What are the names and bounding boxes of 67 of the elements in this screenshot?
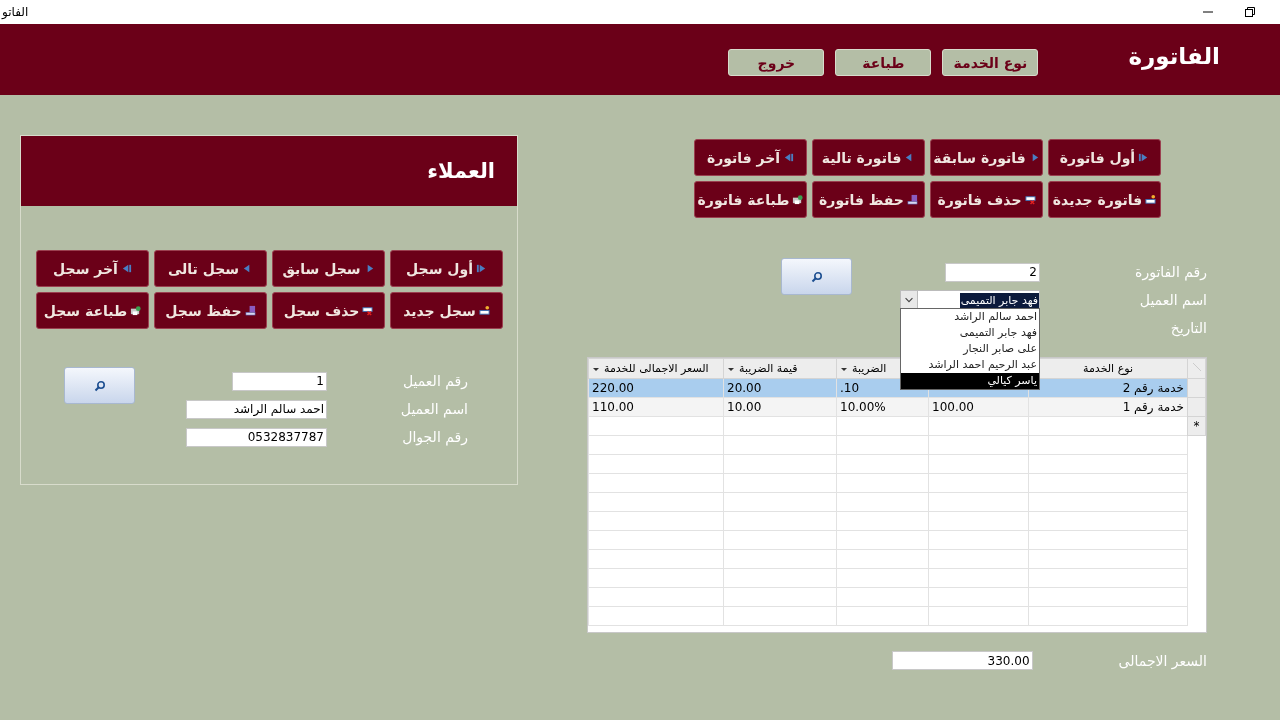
header-button[interactable]: طباعة bbox=[835, 49, 932, 76]
nav-button[interactable]: آخر فاتورة bbox=[694, 139, 807, 176]
form-title: الفاتورة bbox=[1128, 42, 1220, 69]
table-cell: 220.00 bbox=[592, 381, 634, 395]
table-cell: خدمة رقم 1 bbox=[1122, 400, 1184, 414]
nav-button[interactable]: حذف فاتورة bbox=[930, 181, 1043, 218]
nav-button[interactable]: طباعة فاتورة bbox=[694, 181, 807, 218]
text-field[interactable]: 0532837787 bbox=[186, 427, 327, 447]
dropdown-option[interactable]: ياسر كيالي bbox=[901, 373, 1039, 389]
table-cell: 10.00% bbox=[840, 400, 886, 414]
field-label: اسم العميل bbox=[399, 401, 469, 417]
combo-value: فهد جابر التميمى bbox=[959, 292, 1039, 308]
table-cell: 10.00 bbox=[727, 400, 762, 414]
field-label: رقم الفاتورة bbox=[1134, 264, 1207, 280]
dropdown-option[interactable]: احمد سالم الراشد bbox=[901, 309, 1039, 325]
header-button[interactable]: خروج bbox=[728, 49, 825, 76]
panel-title: العملاء bbox=[427, 159, 495, 183]
nav-button[interactable]: طباعة سجل bbox=[36, 292, 149, 329]
dropdown-option[interactable]: على صابر النجار bbox=[901, 341, 1039, 357]
window-title: الفاتو bbox=[0, 5, 29, 19]
nav-button[interactable]: آخر سجل bbox=[36, 250, 149, 287]
nav-button[interactable]: سجل سابق bbox=[272, 250, 385, 287]
table-cell: 20.00 bbox=[727, 381, 762, 395]
total-field[interactable]: 330.00 bbox=[891, 651, 1033, 670]
last-record-icon bbox=[120, 263, 132, 274]
nav-button[interactable]: أول سجل bbox=[390, 250, 503, 287]
table-cell: خدمة رقم 2 bbox=[1122, 381, 1184, 395]
table-cell: 10. bbox=[840, 381, 860, 395]
nav-button[interactable]: سجل جديد bbox=[390, 292, 503, 329]
first-record-icon bbox=[1138, 152, 1150, 163]
print-icon bbox=[792, 194, 804, 205]
delete-record-icon bbox=[1024, 194, 1036, 205]
column-header[interactable]: نوع الخدمة bbox=[1083, 362, 1133, 375]
dropdown-option[interactable]: فهد جابر التميمى bbox=[901, 325, 1039, 341]
nav-button[interactable]: حذف سجل bbox=[272, 292, 385, 329]
save-icon bbox=[244, 305, 256, 316]
new-row-marker: * bbox=[1193, 419, 1200, 433]
field-label: السعر الاجمالى bbox=[1118, 652, 1207, 669]
field-label: التاريخ bbox=[1169, 320, 1207, 336]
text-field[interactable]: احمد سالم الراشد bbox=[186, 399, 327, 419]
text-field[interactable]: 1 bbox=[232, 371, 327, 391]
new-record-icon bbox=[1145, 194, 1157, 205]
nav-button[interactable]: فاتورة سابقة bbox=[930, 139, 1043, 176]
nav-button[interactable]: سجل تالى bbox=[154, 250, 267, 287]
table-cell: 100.00 bbox=[932, 400, 974, 414]
field-label: رقم العميل bbox=[401, 373, 469, 389]
first-record-icon bbox=[475, 263, 487, 274]
print-icon bbox=[130, 305, 142, 316]
nav-button[interactable]: أول فاتورة bbox=[1048, 139, 1161, 176]
field-label: رقم الجوال bbox=[401, 429, 469, 445]
nav-button[interactable]: حفظ سجل bbox=[154, 292, 267, 329]
dropdown-option[interactable]: عبد الرحيم احمد الراشد bbox=[901, 357, 1039, 373]
nav-button[interactable]: فاتورة تالية bbox=[812, 139, 925, 176]
restore-icon[interactable] bbox=[1244, 6, 1256, 18]
nav-button[interactable]: فاتورة جديدة bbox=[1048, 181, 1161, 218]
save-icon bbox=[906, 194, 918, 205]
customer-combo-box[interactable]: فهد جابر التميمى bbox=[900, 289, 1040, 311]
nav-button[interactable]: حفظ فاتورة bbox=[812, 181, 925, 218]
table-cell: 110.00 bbox=[592, 400, 634, 414]
last-record-icon bbox=[783, 152, 795, 163]
new-record-icon bbox=[478, 305, 490, 316]
search-icon bbox=[93, 379, 106, 392]
header-button[interactable]: نوع الخدمة bbox=[942, 49, 1039, 76]
field-label: اسم العميل bbox=[1138, 292, 1207, 308]
delete-record-icon bbox=[362, 305, 374, 316]
invoice-number-field[interactable]: 2 bbox=[945, 262, 1040, 282]
search-icon bbox=[810, 270, 823, 283]
